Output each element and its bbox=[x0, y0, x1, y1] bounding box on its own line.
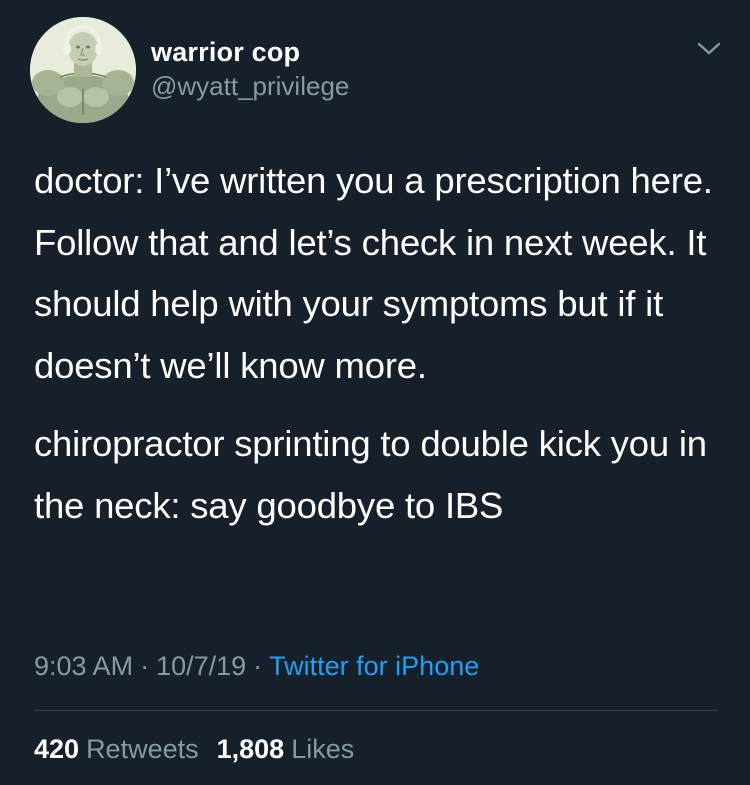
tweet-text: doctor: I’ve written you a prescription … bbox=[34, 150, 734, 536]
chevron-down-icon bbox=[697, 42, 721, 55]
retweets-label: Retweets bbox=[86, 734, 199, 764]
meta-separator: · bbox=[253, 651, 263, 681]
tweet-stats: 420 Retweets 1,808 Likes bbox=[34, 731, 354, 767]
user-handle[interactable]: @wyatt_privilege bbox=[151, 70, 349, 102]
tweet-paragraph: chiropractor sprinting to double kick yo… bbox=[34, 423, 707, 526]
avatar[interactable] bbox=[30, 17, 136, 123]
tweet-time[interactable]: 9:03 AM bbox=[34, 651, 133, 681]
display-name[interactable]: warrior cop bbox=[151, 36, 349, 68]
tweet-menu-button[interactable] bbox=[692, 36, 726, 62]
tweet-source-link[interactable]: Twitter for iPhone bbox=[269, 651, 479, 681]
tweet-paragraph: doctor: I’ve written you a prescription … bbox=[34, 160, 713, 386]
author-info[interactable]: warrior cop @wyatt_privilege bbox=[151, 36, 349, 102]
washington-muscle-avatar-icon bbox=[30, 17, 136, 123]
meta-separator: · bbox=[140, 651, 150, 681]
likes-stat[interactable]: 1,808 Likes bbox=[217, 731, 355, 767]
retweets-count: 420 bbox=[34, 734, 80, 764]
retweets-stat[interactable]: 420 Retweets bbox=[34, 731, 199, 767]
divider bbox=[34, 710, 718, 711]
tweet-date[interactable]: 10/7/19 bbox=[156, 651, 246, 681]
tweet-meta: 9:03 AM · 10/7/19 · Twitter for iPhone bbox=[34, 648, 479, 684]
likes-count: 1,808 bbox=[216, 734, 285, 764]
tweet-card: warrior cop @wyatt_privilege doctor: I’v… bbox=[0, 0, 750, 785]
likes-label: Likes bbox=[291, 734, 355, 764]
